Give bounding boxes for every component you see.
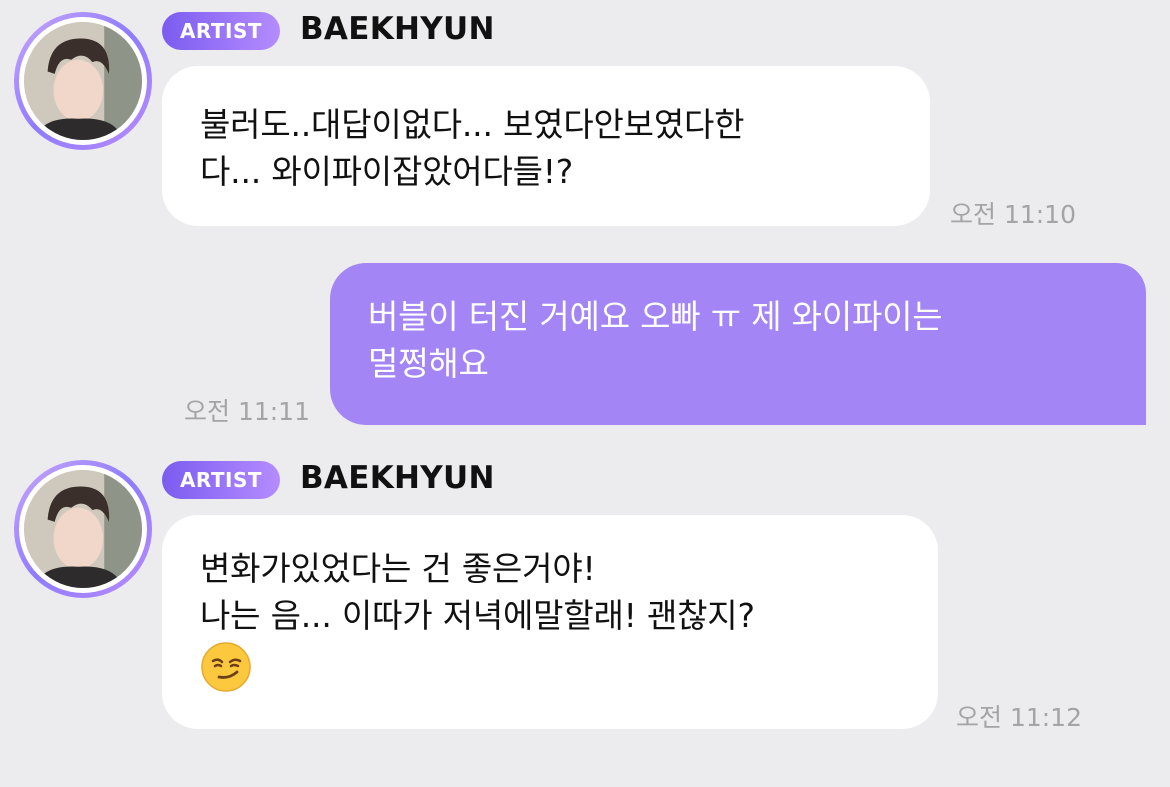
message-bubble[interactable]: 불러도..대답이없다... 보였다안보였다한 다... 와이파이잡았어다들!?	[162, 66, 930, 226]
message-bubble[interactable]: 변화가있었다는 건 좋은거야! 나는 음... 이따가 저녁에말할래! 괜찮지?	[162, 515, 938, 729]
artist-badge: ARTIST	[162, 461, 280, 499]
message-text: 변화가있었다는 건 좋은거야!	[200, 549, 596, 588]
smirking-face-icon	[201, 642, 251, 692]
profile-photo	[24, 22, 142, 140]
message-text: 나는 음... 이따가 저녁에말할래! 괜찮지?	[200, 596, 755, 635]
message-bubble[interactable]: 버블이 터진 거예요 오빠 ㅠ 제 와이파이는 멀쩡해요	[330, 263, 1146, 425]
message-text: 멀쩡해요	[368, 344, 489, 383]
message-timestamp: 오전 11:10	[950, 200, 1076, 229]
chat-thread: ARTIST BAEKHYUN 불러도..대답이없다... 보였다안보였다한 다…	[0, 0, 1170, 787]
message-text: 불러도..대답이없다... 보였다안보였다한	[200, 105, 745, 144]
sender-name: BAEKHYUN	[300, 460, 495, 496]
artist-avatar[interactable]	[14, 12, 152, 150]
sender-name: BAEKHYUN	[300, 11, 495, 47]
artist-badge: ARTIST	[162, 12, 280, 50]
message-text: 버블이 터진 거예요 오빠 ㅠ 제 와이파이는	[368, 297, 943, 336]
message-text: 다... 와이파이잡았어다들!?	[200, 152, 574, 191]
artist-avatar[interactable]	[14, 460, 152, 598]
profile-photo	[24, 470, 142, 588]
message-timestamp: 오전 11:11	[184, 397, 310, 426]
message-timestamp: 오전 11:12	[956, 703, 1082, 732]
